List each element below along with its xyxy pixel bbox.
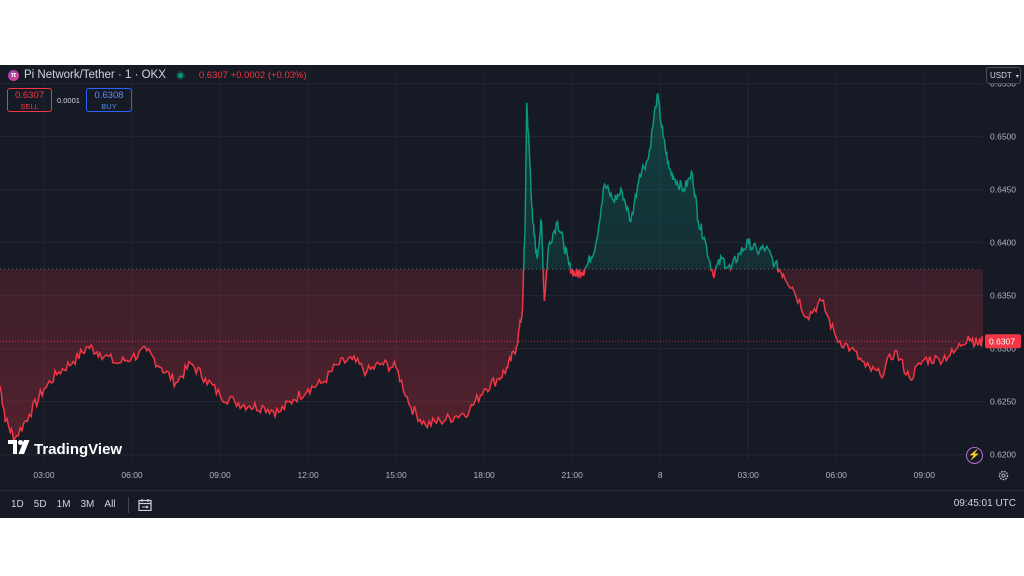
price-chart[interactable]: 0.62000.62500.63000.63500.64000.64500.65… <box>0 65 1024 518</box>
tradingview-logo[interactable]: TradingView <box>8 439 122 459</box>
buy-label: BUY <box>101 102 117 111</box>
tradingview-mark-svg <box>8 440 30 454</box>
chevron-down-icon: ▾ <box>1015 74 1019 80</box>
range-5d-button[interactable]: 5D <box>34 499 47 510</box>
area-fill-below-baseline <box>0 269 983 442</box>
range-all-button[interactable]: All <box>104 499 115 510</box>
spread-value: 0.0001 <box>57 96 80 105</box>
y-tick-label: 0.6250 <box>990 397 1016 407</box>
currency-select[interactable]: USDT ▾ <box>986 67 1021 84</box>
x-tick-label: 03:00 <box>738 470 760 480</box>
x-tick-label: 06:00 <box>121 470 143 480</box>
x-tick-label: 09:00 <box>914 470 936 480</box>
market-open-dot-icon <box>175 70 185 80</box>
pi-network-logo-icon: π <box>8 69 19 81</box>
x-tick-label: 15:00 <box>385 470 407 480</box>
x-tick-label: 18:00 <box>474 470 496 480</box>
sell-button[interactable]: 0.6307 SELL <box>7 88 52 112</box>
bottom-toolbar: 1D 5D 1M 3M All 09:45:01 UTC <box>0 490 1024 518</box>
price-line-down <box>0 269 983 445</box>
y-tick-label: 0.6450 <box>990 185 1016 195</box>
currency-value: USDT <box>990 71 1012 80</box>
y-tick-label: 0.6350 <box>990 291 1016 301</box>
y-tick-label: 0.6400 <box>990 238 1016 248</box>
x-tick-label: 12:00 <box>297 470 319 480</box>
range-3m-button[interactable]: 3M <box>81 499 95 510</box>
price-line-up <box>522 93 780 270</box>
utc-clock[interactable]: 09:45:01 UTC <box>954 498 1016 509</box>
sell-price: 0.6307 <box>14 90 45 101</box>
y-tick-label: 0.6500 <box>990 132 1016 142</box>
sell-label: SELL <box>20 102 39 111</box>
symbol-title[interactable]: Pi Network/Tether · 1 · OKX <box>24 69 166 81</box>
price-change: 0.6307 +0.0002 (+0.03%) <box>198 69 307 81</box>
x-tick-label: 03:00 <box>33 470 55 480</box>
gear-icon[interactable] <box>997 469 1010 482</box>
range-1m-button[interactable]: 1M <box>57 499 71 510</box>
x-tick-label: 06:00 <box>826 470 848 480</box>
area-fill-above-baseline <box>523 94 778 270</box>
y-tick-label: 0.6200 <box>990 450 1016 460</box>
buy-price: 0.6308 <box>94 90 124 101</box>
x-tick-label: 09:00 <box>209 470 231 480</box>
x-tick-label: 21:00 <box>562 470 584 480</box>
tradingview-mark-icon <box>8 439 30 459</box>
buy-button[interactable]: 0.6308 BUY <box>86 88 132 112</box>
lightning-icon[interactable]: ⚡ <box>966 447 983 464</box>
calendar-range-icon[interactable] <box>137 498 152 511</box>
tradingview-wordmark: TradingView <box>34 440 123 458</box>
toolbar-divider <box>127 496 129 513</box>
chart-frame[interactable]: 0.6200 0.6250 0.6300 0.6350 0.6400 0.6450 0.65… <box>0 65 1024 518</box>
chart-header: π Pi Network/Tether · 1 · OKX 0.6307 +0.… <box>0 65 307 85</box>
range-1d-button[interactable]: 1D <box>11 499 24 510</box>
last-price-label: 0.6307 <box>989 337 1015 347</box>
x-tick-label: 8 <box>658 470 663 480</box>
